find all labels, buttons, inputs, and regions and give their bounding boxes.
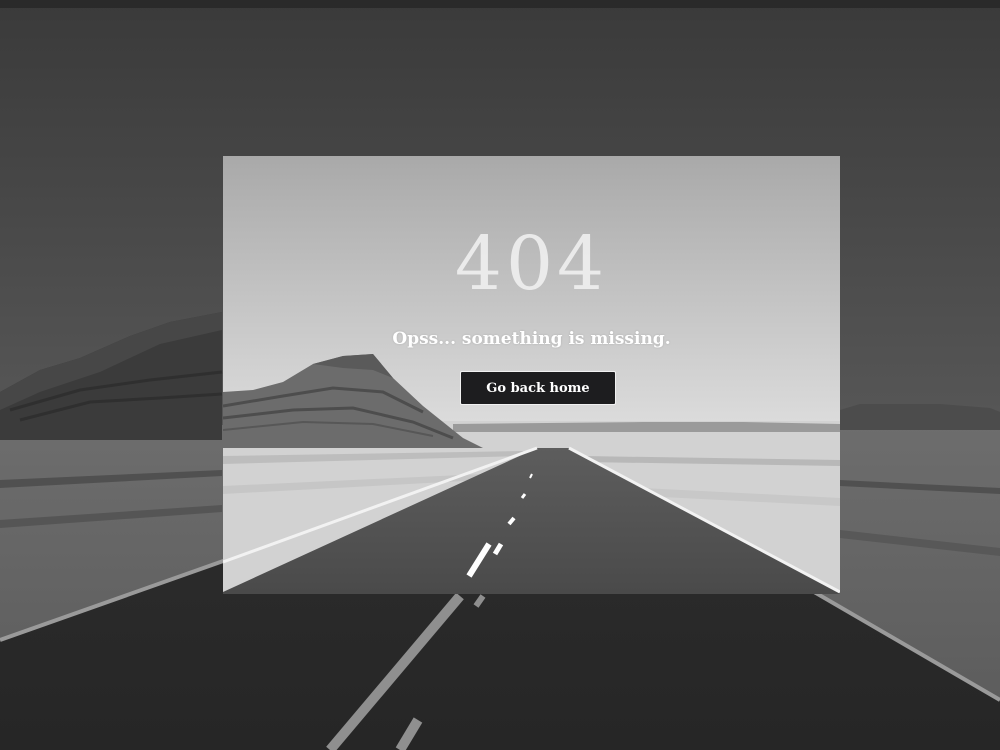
error-code-heading: 404 xyxy=(454,221,609,307)
error-message: Opss... something is missing. xyxy=(392,329,671,349)
error-panel: 404 Opss... something is missing. Go bac… xyxy=(223,156,840,594)
error-content: 404 Opss... something is missing. Go bac… xyxy=(223,156,840,594)
go-back-home-button[interactable]: Go back home xyxy=(460,371,616,405)
